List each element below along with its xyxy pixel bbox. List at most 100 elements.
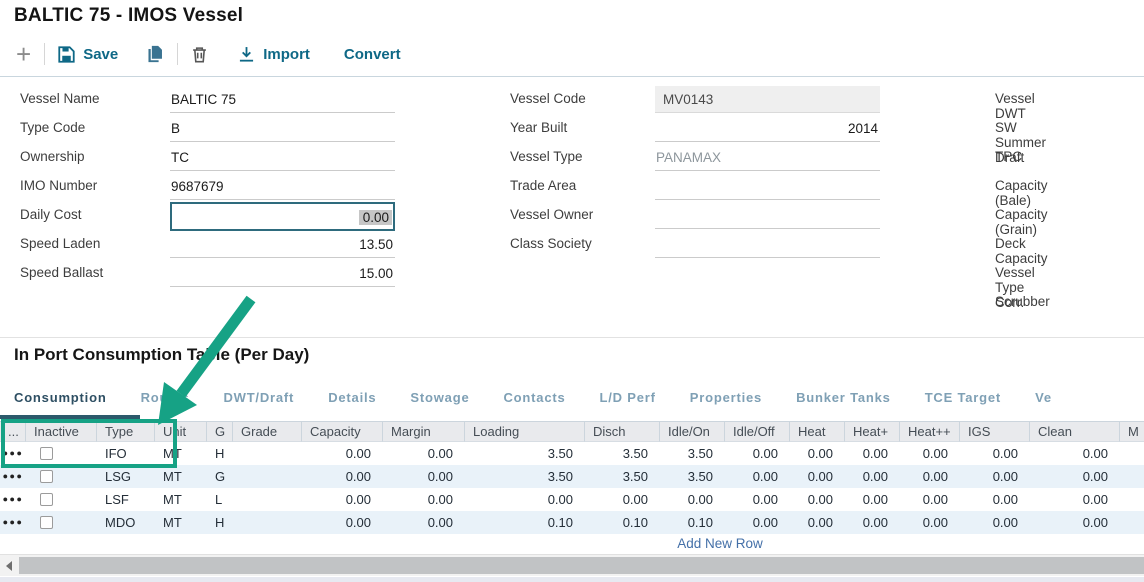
cell-idle-on[interactable]: 3.50 (660, 465, 725, 488)
cell-heat[interactable]: 0.00 (845, 442, 900, 465)
cell-margin[interactable]: 0.00 (383, 465, 465, 488)
cell-heat[interactable]: 0.00 (900, 511, 960, 534)
inactive-checkbox[interactable] (40, 493, 53, 506)
vessel-owner-field[interactable] (655, 202, 880, 229)
type-code-field[interactable]: B (170, 115, 395, 142)
cell-unit[interactable]: MT (155, 488, 207, 511)
new-button[interactable]: + (16, 44, 31, 64)
import-button[interactable]: Import (238, 46, 310, 63)
cell-heat[interactable]: 0.00 (900, 442, 960, 465)
cell-disch[interactable]: 0.00 (585, 488, 660, 511)
ownership-field[interactable]: TC (170, 144, 395, 171)
cell-g[interactable]: L (207, 488, 233, 511)
cell-capacity[interactable]: 0.00 (302, 488, 383, 511)
tab-ve[interactable]: Ve (1035, 390, 1052, 405)
cell-igs[interactable]: 0.00 (960, 442, 1030, 465)
cell-margin[interactable]: 0.00 (383, 511, 465, 534)
cell-g[interactable]: G (207, 465, 233, 488)
cell-heat[interactable]: 0.00 (790, 488, 845, 511)
tab-dwt-draft[interactable]: DWT/Draft (223, 390, 294, 405)
cell-heat[interactable]: 0.00 (790, 442, 845, 465)
cell-idle-off[interactable]: 0.00 (725, 442, 790, 465)
tab-bunker-tanks[interactable]: Bunker Tanks (796, 390, 891, 405)
cell-heat[interactable]: 0.00 (900, 488, 960, 511)
cell-capacity[interactable]: 0.00 (302, 511, 383, 534)
cell-m[interactable] (1120, 488, 1144, 511)
tab-tce-target[interactable]: TCE Target (925, 390, 1001, 405)
scrollbar-thumb[interactable] (19, 557, 1144, 574)
cell-disch[interactable]: 3.50 (585, 442, 660, 465)
cell-margin[interactable]: 0.00 (383, 488, 465, 511)
cell-clean[interactable]: 0.00 (1030, 465, 1120, 488)
cell-disch[interactable]: 0.10 (585, 511, 660, 534)
vessel-name-field[interactable]: BALTIC 75 (170, 86, 395, 113)
cell-grade[interactable] (233, 488, 302, 511)
vessel-type-field[interactable]: PANAMAX (655, 144, 880, 171)
row-menu-button[interactable]: ●●● (0, 488, 26, 511)
cell-type[interactable]: MDO (97, 511, 155, 534)
speed-laden-field[interactable]: 13.50 (170, 231, 395, 258)
cell-margin[interactable]: 0.00 (383, 442, 465, 465)
trade-area-field[interactable] (655, 173, 880, 200)
cell-capacity[interactable]: 0.00 (302, 465, 383, 488)
add-new-row-link[interactable]: Add New Row (677, 536, 763, 551)
tab-details[interactable]: Details (328, 390, 376, 405)
tab-routes[interactable]: Routes (141, 390, 190, 405)
cell-m[interactable] (1120, 511, 1144, 534)
delete-button[interactable] (191, 46, 208, 63)
tab-l-d-perf[interactable]: L/D Perf (600, 390, 656, 405)
cell-loading[interactable]: 0.10 (465, 511, 585, 534)
tab-stowage[interactable]: Stowage (410, 390, 469, 405)
cell-unit[interactable]: MT (155, 442, 207, 465)
cell-m[interactable] (1120, 442, 1144, 465)
cell-loading[interactable]: 3.50 (465, 442, 585, 465)
cell-igs[interactable]: 0.00 (960, 488, 1030, 511)
row-menu-button[interactable]: ●●● (0, 511, 26, 534)
cell-disch[interactable]: 3.50 (585, 465, 660, 488)
vessel-code-field[interactable]: MV0143 (655, 86, 880, 113)
row-menu-button[interactable]: ●●● (0, 442, 26, 465)
cell-heat[interactable]: 0.00 (790, 465, 845, 488)
cell-heat[interactable]: 0.00 (845, 488, 900, 511)
imo-number-field[interactable]: 9687679 (170, 173, 395, 200)
cell-type[interactable]: IFO (97, 442, 155, 465)
cell-heat[interactable]: 0.00 (845, 511, 900, 534)
inactive-checkbox[interactable] (40, 447, 53, 460)
scroll-left-button[interactable] (0, 555, 18, 576)
cell-type[interactable]: LSG (97, 465, 155, 488)
cell-loading[interactable]: 0.00 (465, 488, 585, 511)
cell-m[interactable] (1120, 465, 1144, 488)
daily-cost-field[interactable]: 0.00 (170, 202, 395, 231)
cell-idle-off[interactable]: 0.00 (725, 511, 790, 534)
cell-g[interactable]: H (207, 442, 233, 465)
cell-capacity[interactable]: 0.00 (302, 442, 383, 465)
convert-button[interactable]: Convert (344, 46, 401, 63)
cell-grade[interactable] (233, 465, 302, 488)
tab-properties[interactable]: Properties (690, 390, 762, 405)
cell-idle-off[interactable]: 0.00 (725, 488, 790, 511)
cell-igs[interactable]: 0.00 (960, 511, 1030, 534)
cell-idle-on[interactable]: 3.50 (660, 442, 725, 465)
inactive-checkbox[interactable] (40, 516, 53, 529)
cell-unit[interactable]: MT (155, 511, 207, 534)
cell-grade[interactable] (233, 511, 302, 534)
cell-igs[interactable]: 0.00 (960, 465, 1030, 488)
speed-ballast-field[interactable]: 15.00 (170, 260, 395, 287)
cell-loading[interactable]: 3.50 (465, 465, 585, 488)
year-built-field[interactable]: 2014 (655, 115, 880, 142)
cell-type[interactable]: LSF (97, 488, 155, 511)
cell-idle-off[interactable]: 0.00 (725, 465, 790, 488)
cell-heat[interactable]: 0.00 (900, 465, 960, 488)
cell-heat[interactable]: 0.00 (790, 511, 845, 534)
tab-contacts[interactable]: Contacts (503, 390, 565, 405)
cell-clean[interactable]: 0.00 (1030, 511, 1120, 534)
tab-consumption[interactable]: Consumption (14, 390, 107, 405)
inactive-checkbox[interactable] (40, 470, 53, 483)
cell-idle-on[interactable]: 0.10 (660, 511, 725, 534)
cell-idle-on[interactable]: 0.00 (660, 488, 725, 511)
cell-heat[interactable]: 0.00 (845, 465, 900, 488)
row-menu-button[interactable]: ●●● (0, 465, 26, 488)
cell-g[interactable]: H (207, 511, 233, 534)
cell-grade[interactable] (233, 442, 302, 465)
copy-button[interactable] (146, 45, 164, 63)
